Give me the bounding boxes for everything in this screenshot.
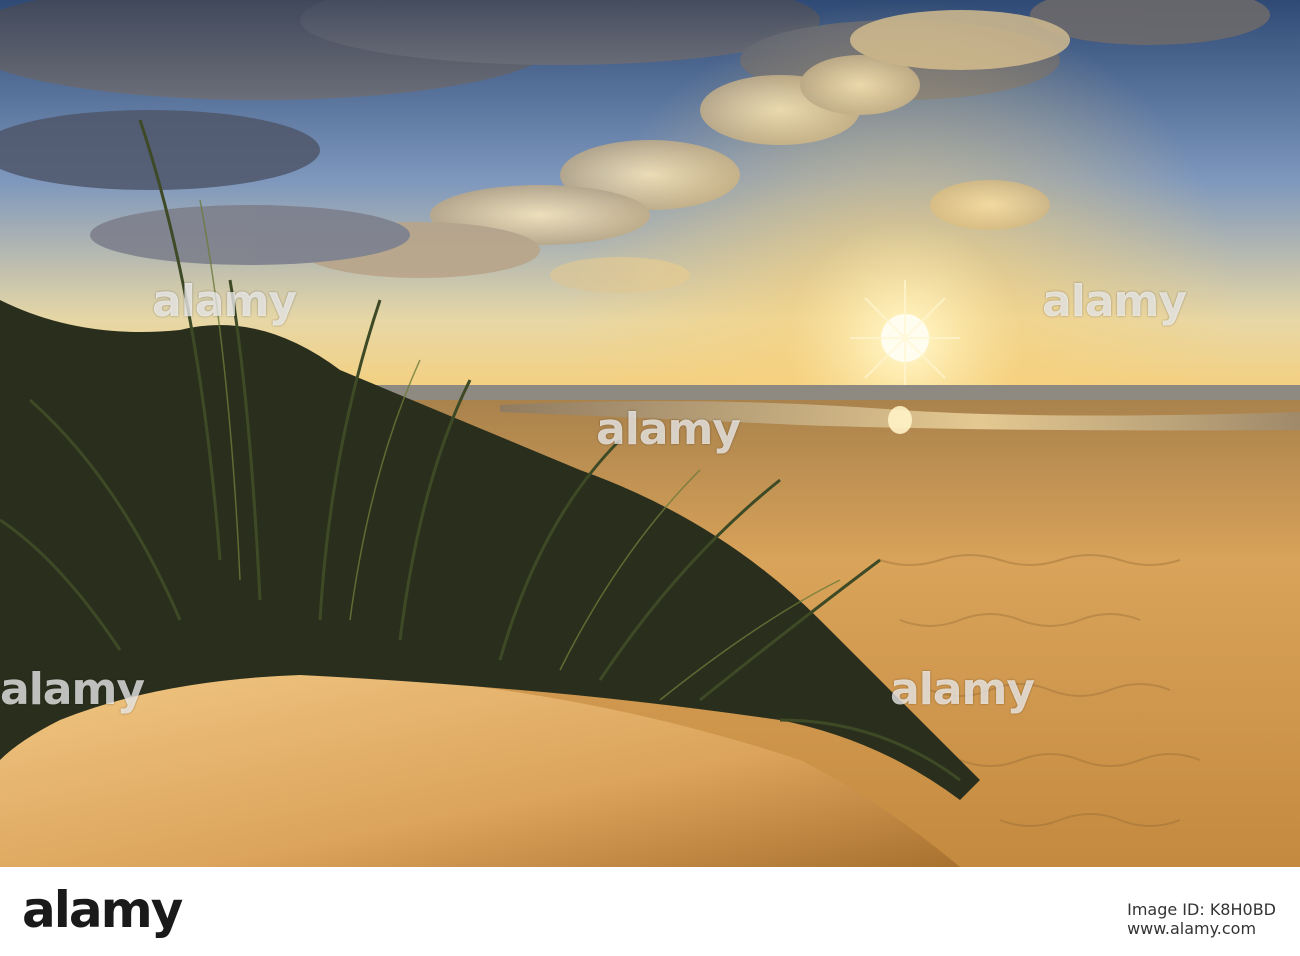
image-id: Image ID: K8H0BD www.alamy.com [1127,900,1276,938]
sun-reflection [888,406,912,434]
site-url: www.alamy.com [1127,919,1257,938]
image-id-label: Image ID: [1127,900,1210,919]
beach-sunset-photo: alamy alamy alamy alamy alamy [0,0,1300,867]
brand-logo: alamy [22,881,183,939]
footer-bar: alamy Image ID: K8H0BD www.alamy.com [0,867,1300,956]
photo-canvas [0,0,1300,867]
image-id-value: K8H0BD [1209,900,1276,919]
